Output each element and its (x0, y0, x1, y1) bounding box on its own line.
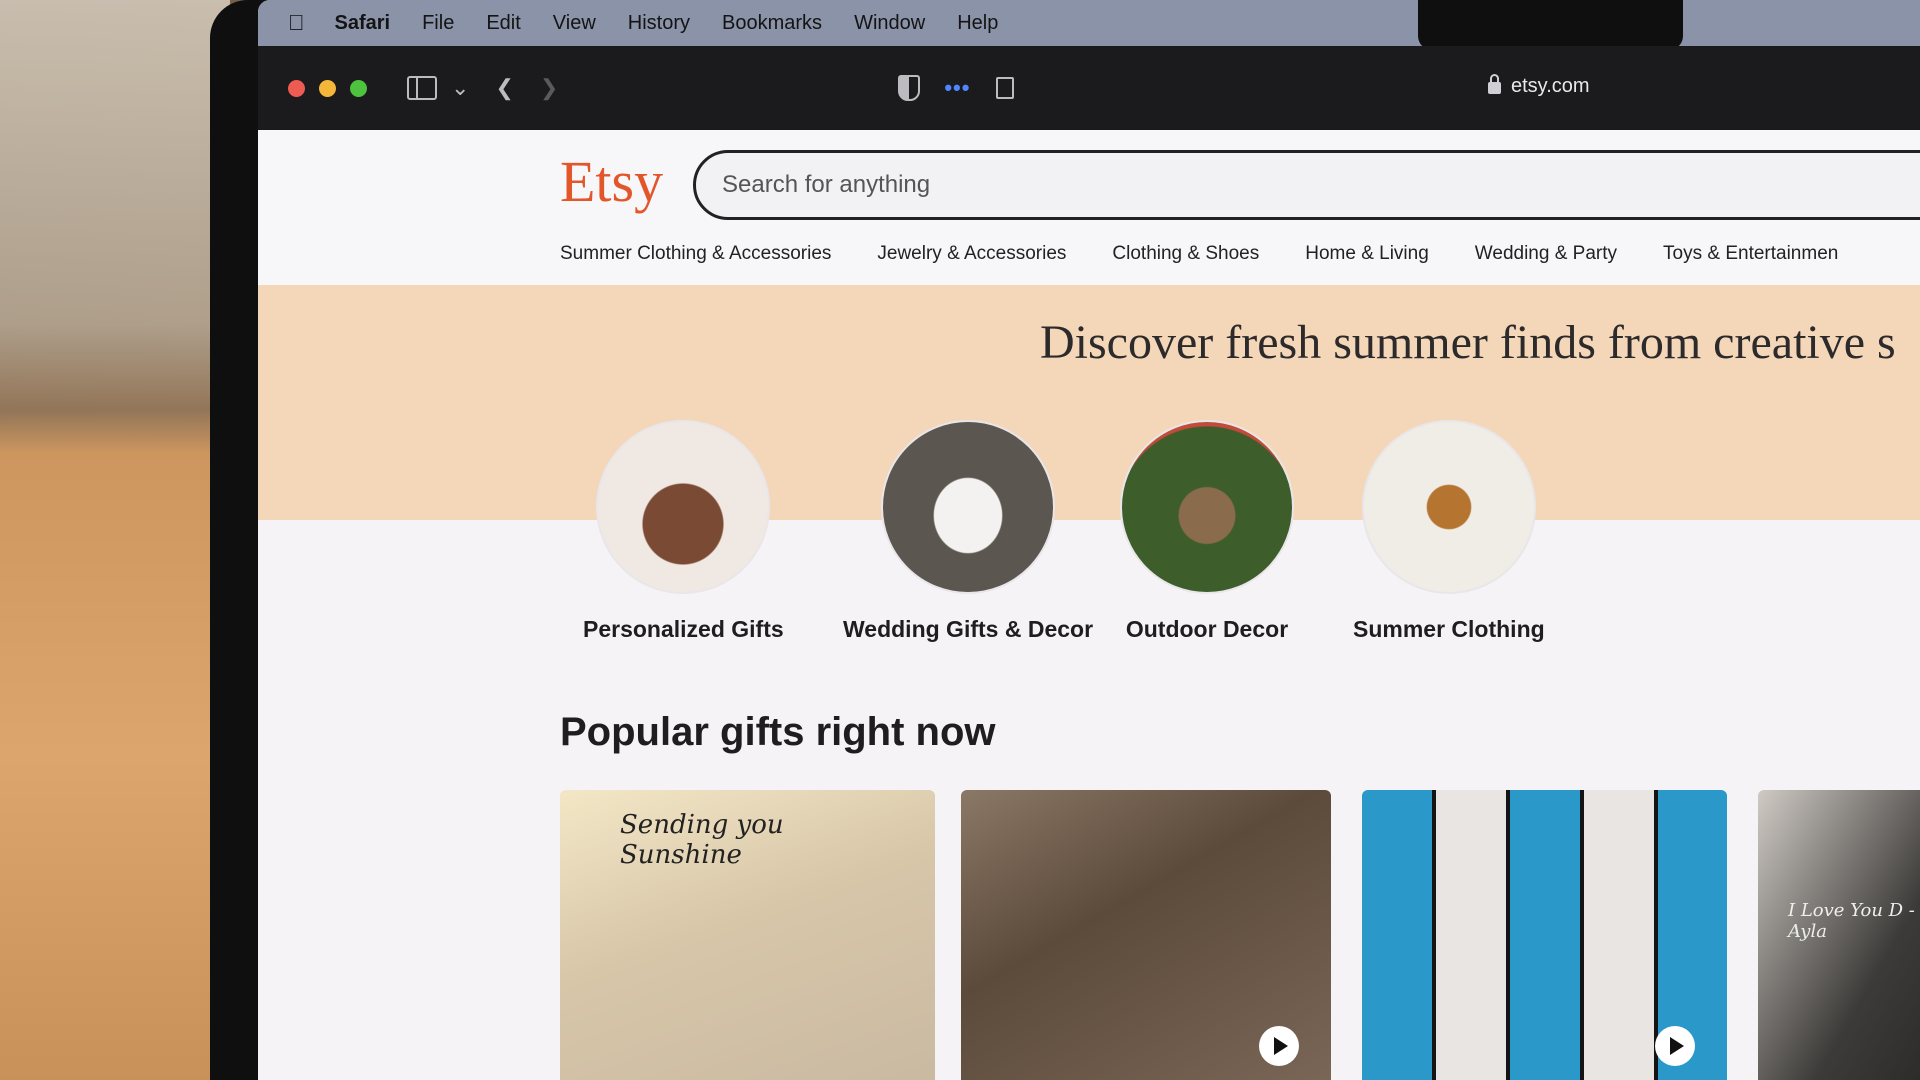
menu-view[interactable]: View (553, 12, 596, 35)
nav-jewelry[interactable]: Jewelry & Accessories (877, 243, 1066, 265)
menu-history[interactable]: History (628, 12, 690, 35)
tile-caption: Sending you Sunshine (620, 810, 784, 870)
etsy-logo[interactable]: Etsy (560, 148, 663, 215)
address-bar[interactable]: etsy.com (1258, 62, 1920, 110)
back-icon[interactable]: ❮ (495, 75, 513, 101)
hero-title: Discover fresh summer finds from creativ… (1040, 316, 1896, 369)
minimize-window-button[interactable] (319, 79, 336, 97)
forward-icon[interactable]: ❯ (540, 75, 558, 101)
etsy-header: Etsy Search for anything Summer Clothing… (258, 130, 1920, 286)
laptop-screen:  Safari File Edit View History Bookmark… (258, 0, 1920, 1080)
menu-window[interactable]: Window (854, 12, 925, 35)
category-image (1361, 420, 1536, 594)
category-wedding-gifts[interactable]: Wedding Gifts & Decor (843, 420, 1093, 643)
nav-home-living[interactable]: Home & Living (1305, 243, 1429, 265)
product-tile-leather-wallet[interactable] (961, 790, 1331, 1080)
product-tile-dad-socks[interactable] (1362, 790, 1727, 1080)
play-icon[interactable] (1655, 1026, 1695, 1066)
play-icon[interactable] (1259, 1026, 1299, 1066)
category-nav: Summer Clothing & Accessories Jewelry & … (560, 243, 1838, 265)
sidebar-icon[interactable] (407, 76, 437, 100)
shield-icon[interactable] (898, 75, 921, 101)
category-outdoor-decor[interactable]: Outdoor Decor (1120, 420, 1294, 643)
etsy-page: Etsy Search for anything Summer Clothing… (258, 130, 1920, 1080)
category-label: Personalized Gifts (583, 616, 784, 642)
nav-clothing-shoes[interactable]: Clothing & Shoes (1112, 243, 1259, 265)
nav-wedding-party[interactable]: Wedding & Party (1475, 243, 1617, 265)
category-label: Summer Clothing (1353, 616, 1545, 642)
category-summer-clothing[interactable]: Summer Clothing (1353, 420, 1545, 643)
product-tile-engraved-gift[interactable]: I Love You D -Ayla (1758, 790, 1920, 1080)
fullscreen-window-button[interactable] (350, 79, 367, 97)
window-controls (288, 79, 367, 97)
address-text: etsy.com (1511, 74, 1590, 97)
menu-help[interactable]: Help (957, 12, 998, 35)
close-window-button[interactable] (288, 79, 305, 97)
camera-notch (1418, 0, 1683, 50)
search-placeholder: Search for anything (722, 171, 931, 198)
category-personalized-gifts[interactable]: Personalized Gifts (583, 420, 784, 643)
category-image (881, 420, 1056, 594)
search-input[interactable]: Search for anything (693, 150, 1920, 220)
category-label: Wedding Gifts & Decor (843, 616, 1094, 642)
popular-gifts-heading: Popular gifts right now (560, 710, 996, 754)
reader-icon[interactable] (996, 77, 1015, 99)
menu-file[interactable]: File (422, 12, 454, 35)
desk-background (0, 0, 230, 1080)
nav-toys[interactable]: Toys & Entertainmen (1663, 243, 1838, 265)
category-label: Outdoor Decor (1125, 616, 1289, 642)
nav-summer-clothing[interactable]: Summer Clothing & Accessories (560, 243, 831, 265)
category-image (1120, 420, 1294, 594)
apple-logo-icon[interactable]:  (288, 10, 305, 36)
product-tile-sunshine-box[interactable]: Sending you Sunshine (560, 790, 935, 1080)
menu-safari[interactable]: Safari (335, 12, 391, 35)
tile-caption: I Love You D -Ayla (1788, 900, 1915, 942)
more-dots-icon[interactable]: ••• (944, 75, 970, 101)
menu-edit[interactable]: Edit (486, 12, 520, 35)
lock-icon (1488, 74, 1501, 94)
chevron-down-icon[interactable]: ⌄ (451, 75, 469, 101)
category-image (596, 420, 771, 594)
menu-bookmarks[interactable]: Bookmarks (722, 12, 822, 35)
